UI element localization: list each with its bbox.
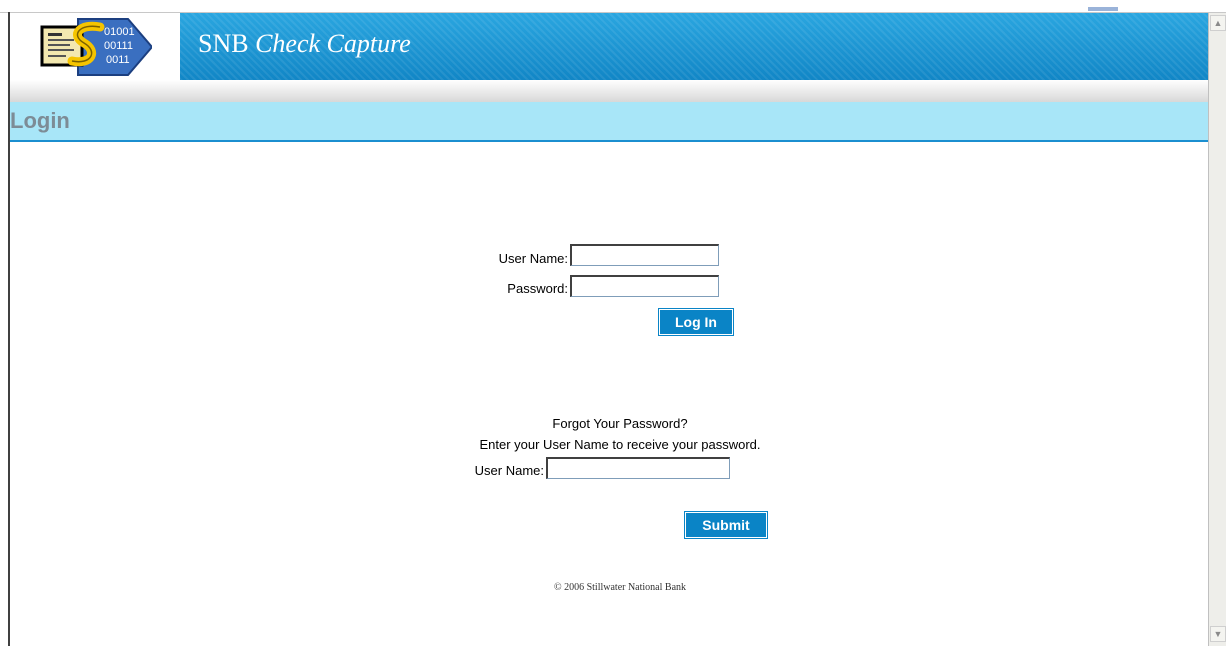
forgot-password-instructions: Enter your User Name to receive your pas… bbox=[479, 437, 761, 452]
logo-area: 01001 00111 0011 bbox=[10, 13, 180, 80]
password-label: Password: bbox=[507, 281, 568, 296]
copyright-text: © 2006 Stillwater National Bank bbox=[553, 582, 687, 593]
forgot-password-heading: Forgot Your Password? bbox=[552, 416, 688, 431]
vertical-scrollbar[interactable]: ▲ ▼ bbox=[1208, 13, 1226, 646]
username-input[interactable] bbox=[570, 244, 719, 266]
scroll-up-arrow-icon[interactable]: ▲ bbox=[1210, 15, 1226, 31]
app-title-product: Check Capture bbox=[255, 29, 411, 58]
window-control-indicator bbox=[1088, 7, 1118, 11]
password-input[interactable] bbox=[570, 275, 719, 297]
page-title-bar: Login bbox=[10, 102, 1208, 142]
logo-digits-1: 01001 bbox=[104, 26, 135, 38]
header-separator bbox=[10, 80, 1208, 102]
app-title-brand: SNB bbox=[198, 29, 249, 58]
login-button[interactable]: Log In bbox=[658, 308, 734, 336]
snb-logo-icon: 01001 00111 0011 bbox=[40, 18, 152, 76]
forgot-username-label: User Name: bbox=[474, 463, 544, 478]
app-title: SNB Check Capture bbox=[198, 27, 411, 61]
logo-digits-2: 00111 bbox=[104, 40, 133, 52]
window-top-strip bbox=[0, 0, 1226, 13]
scroll-down-arrow-icon[interactable]: ▼ bbox=[1210, 626, 1226, 642]
submit-button[interactable]: Submit bbox=[684, 511, 768, 539]
logo-digits-3: 0011 bbox=[106, 54, 130, 66]
header-banner: 01001 00111 0011 SNB Check Capture bbox=[10, 13, 1208, 80]
username-label: User Name: bbox=[498, 251, 568, 266]
forgot-username-input[interactable] bbox=[546, 457, 730, 479]
page-title: Login bbox=[10, 108, 70, 133]
